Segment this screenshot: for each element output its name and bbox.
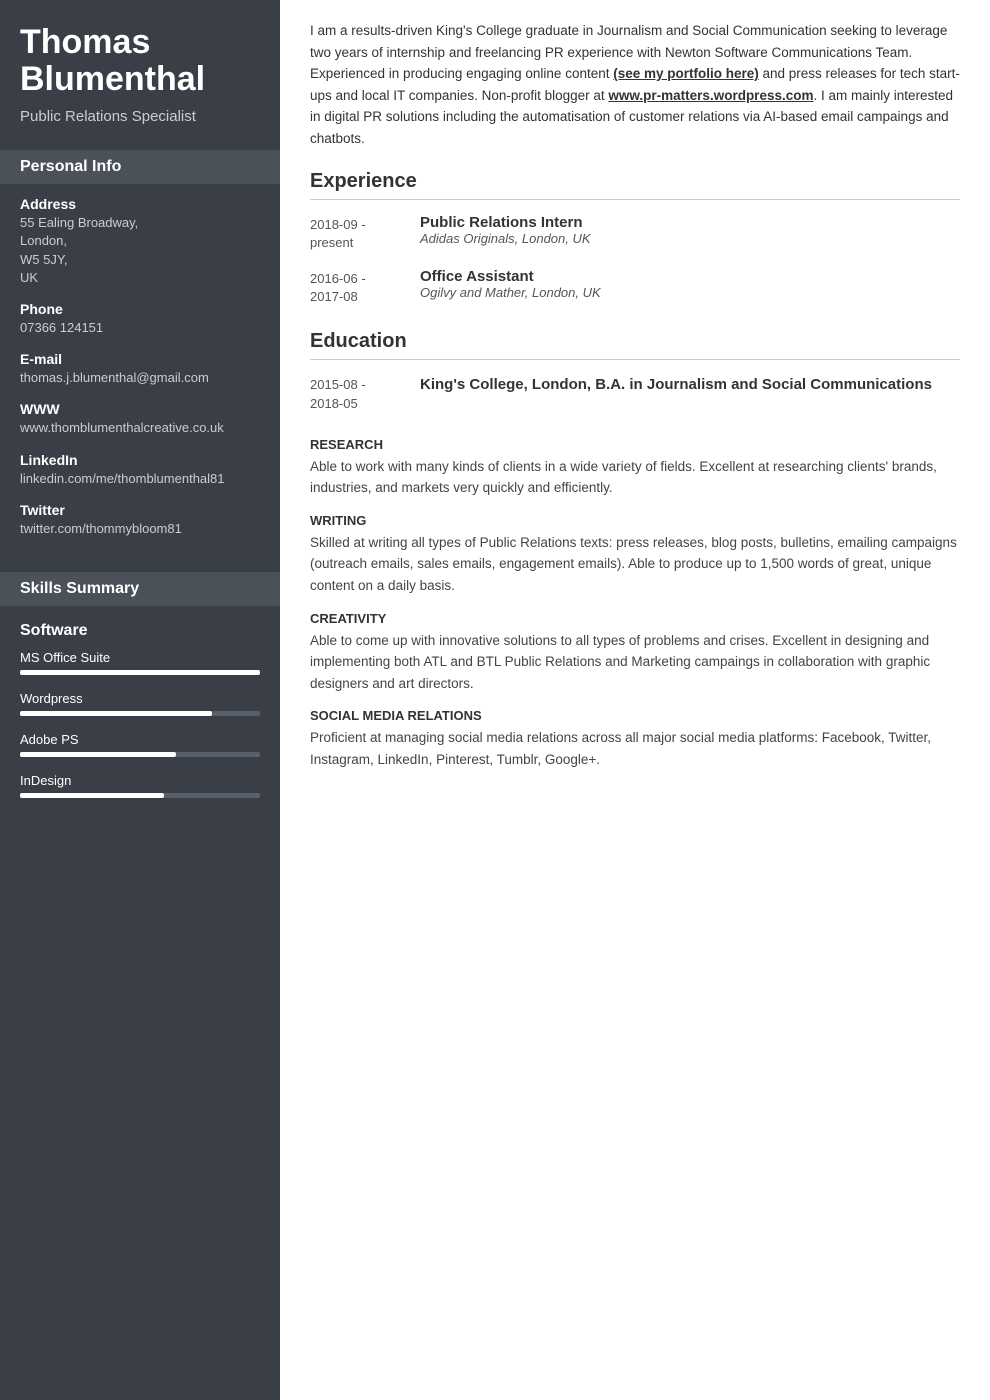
education-list: 2015-08 -2018-05King's College, London, … bbox=[310, 374, 960, 412]
address-value: 55 Ealing Broadway,London,W5 5JY,UK bbox=[20, 214, 260, 287]
skill-entry: CREATIVITY Able to come up with innovativ… bbox=[310, 611, 960, 695]
personal-info-header: Personal Info bbox=[0, 150, 280, 184]
skill-entry-label: WRITING bbox=[310, 513, 960, 528]
skill-entries-list: RESEARCH Able to work with many kinds of … bbox=[310, 437, 960, 771]
email-value: thomas.j.blumenthal@gmail.com bbox=[20, 369, 260, 387]
phone-value: 07366 124151 bbox=[20, 319, 260, 337]
experience-entry: 2016-06 -2017-08Office AssistantOgilvy a… bbox=[310, 268, 960, 306]
skill-name: MS Office Suite bbox=[20, 650, 260, 665]
twitter-value: twitter.com/thommybloom81 bbox=[20, 520, 260, 538]
linkedin-value: linkedin.com/me/thomblumenthal81 bbox=[20, 470, 260, 488]
skill-bar-fill bbox=[20, 711, 212, 716]
skill-bar-bg bbox=[20, 752, 260, 757]
sidebar-header: Thomas Blumenthal Public Relations Speci… bbox=[0, 0, 280, 142]
education-entry: 2015-08 -2018-05King's College, London, … bbox=[310, 374, 960, 412]
skills-content: Software MS Office Suite Wordpress Adobe P… bbox=[0, 606, 280, 826]
education-header: Education bbox=[310, 330, 960, 360]
skill-bar-bg bbox=[20, 670, 260, 675]
skill-bar-bg bbox=[20, 711, 260, 716]
linkedin-block: LinkedIn linkedin.com/me/thomblumenthal8… bbox=[20, 452, 260, 488]
skill-entry-label: SOCIAL MEDIA RELATIONS bbox=[310, 708, 960, 723]
exp-org: Ogilvy and Mather, London, UK bbox=[420, 285, 960, 300]
portfolio-link[interactable]: (see my portfolio here) bbox=[613, 66, 759, 81]
skill-name: InDesign bbox=[20, 773, 260, 788]
skill-bar-fill bbox=[20, 752, 176, 757]
email-label: E-mail bbox=[20, 351, 260, 367]
blog-link[interactable]: www.pr-matters.wordpress.com bbox=[608, 88, 813, 103]
skill-bar-fill bbox=[20, 793, 164, 798]
edu-date: 2015-08 -2018-05 bbox=[310, 374, 420, 412]
education-section: Education 2015-08 -2018-05King's College… bbox=[310, 330, 960, 412]
skill-item: Wordpress bbox=[20, 691, 260, 716]
exp-org: Adidas Originals, London, UK bbox=[420, 231, 960, 246]
www-value: www.thomblumenthalcreative.co.uk bbox=[20, 419, 260, 437]
edu-school: King's College, London, B.A. in Journali… bbox=[420, 374, 960, 395]
skill-entry-text: Able to work with many kinds of clients … bbox=[310, 456, 960, 499]
exp-date: 2018-09 -present bbox=[310, 214, 420, 252]
twitter-block: Twitter twitter.com/thommybloom81 bbox=[20, 502, 260, 538]
twitter-label: Twitter bbox=[20, 502, 260, 518]
skill-entry: SOCIAL MEDIA RELATIONS Proficient at mana… bbox=[310, 708, 960, 770]
exp-title: Office Assistant bbox=[420, 268, 960, 285]
www-label: WWW bbox=[20, 401, 260, 417]
exp-details: Office AssistantOgilvy and Mather, Londo… bbox=[420, 268, 960, 306]
software-label: Software bbox=[20, 622, 260, 650]
skill-entry-label: RESEARCH bbox=[310, 437, 960, 452]
skill-entry-text: Skilled at writing all types of Public R… bbox=[310, 532, 960, 597]
summary-text: I am a results-driven King's College gra… bbox=[310, 20, 960, 150]
skill-name: Wordpress bbox=[20, 691, 260, 706]
candidate-name: Thomas Blumenthal bbox=[20, 24, 260, 99]
skill-entry: RESEARCH Able to work with many kinds of … bbox=[310, 437, 960, 499]
candidate-title: Public Relations Specialist bbox=[20, 107, 260, 127]
skill-entry-text: Able to come up with innovative solution… bbox=[310, 630, 960, 695]
skill-entry-text: Proficient at managing social media rela… bbox=[310, 727, 960, 770]
experience-list: 2018-09 -presentPublic Relations InternA… bbox=[310, 214, 960, 307]
www-block: WWW www.thomblumenthalcreative.co.uk bbox=[20, 401, 260, 437]
main-content: I am a results-driven King's College gra… bbox=[280, 0, 990, 1400]
phone-label: Phone bbox=[20, 301, 260, 317]
skills-summary-header: Skills Summary bbox=[0, 572, 280, 606]
sidebar: Thomas Blumenthal Public Relations Speci… bbox=[0, 0, 280, 1400]
experience-header: Experience bbox=[310, 170, 960, 200]
skill-item: MS Office Suite bbox=[20, 650, 260, 675]
skill-entry-label: CREATIVITY bbox=[310, 611, 960, 626]
linkedin-label: LinkedIn bbox=[20, 452, 260, 468]
skill-item: InDesign bbox=[20, 773, 260, 798]
exp-details: Public Relations InternAdidas Originals,… bbox=[420, 214, 960, 252]
address-block: Address 55 Ealing Broadway,London,W5 5JY… bbox=[20, 196, 260, 287]
experience-entry: 2018-09 -presentPublic Relations InternA… bbox=[310, 214, 960, 252]
address-label: Address bbox=[20, 196, 260, 212]
skill-entry: WRITING Skilled at writing all types of P… bbox=[310, 513, 960, 597]
skill-item: Adobe PS bbox=[20, 732, 260, 757]
phone-block: Phone 07366 124151 bbox=[20, 301, 260, 337]
personal-info-content: Address 55 Ealing Broadway,London,W5 5JY… bbox=[0, 184, 280, 564]
experience-section: Experience 2018-09 -presentPublic Relati… bbox=[310, 170, 960, 307]
skill-bar-fill bbox=[20, 670, 260, 675]
software-skills: MS Office Suite Wordpress Adobe PS InDesign bbox=[20, 650, 260, 798]
skill-bar-bg bbox=[20, 793, 260, 798]
exp-title: Public Relations Intern bbox=[420, 214, 960, 231]
skill-name: Adobe PS bbox=[20, 732, 260, 747]
edu-details: King's College, London, B.A. in Journali… bbox=[420, 374, 960, 412]
exp-date: 2016-06 -2017-08 bbox=[310, 268, 420, 306]
email-block: E-mail thomas.j.blumenthal@gmail.com bbox=[20, 351, 260, 387]
skills-section: RESEARCH Able to work with many kinds of … bbox=[310, 437, 960, 771]
